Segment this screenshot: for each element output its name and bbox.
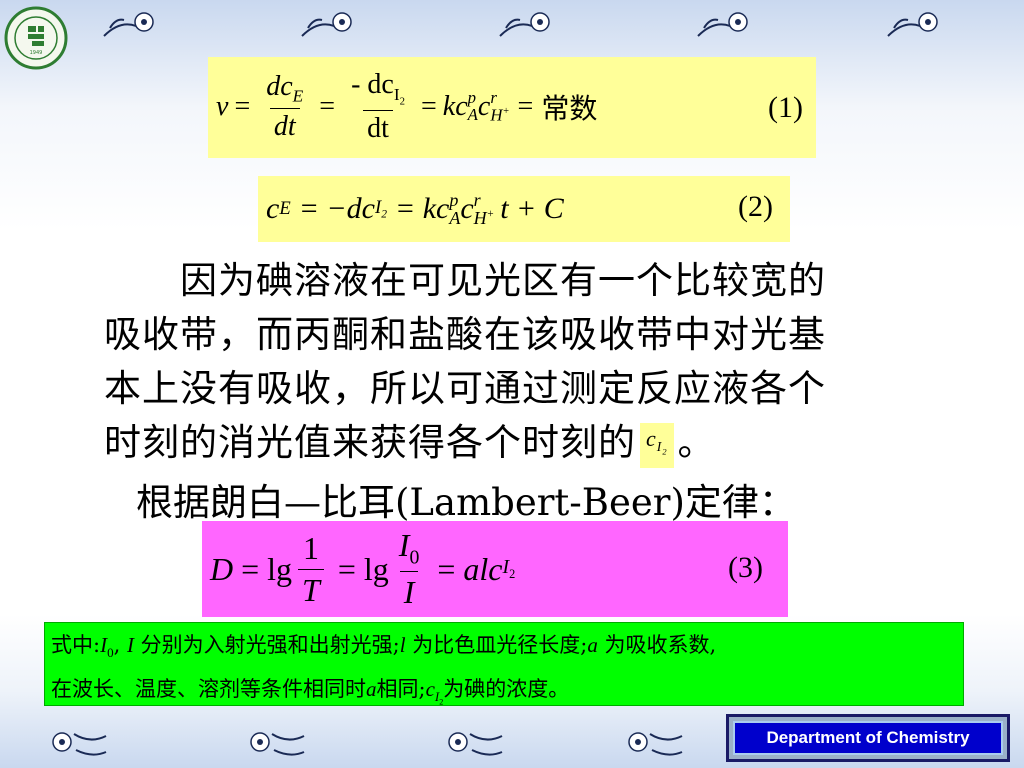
flower-decoration <box>250 732 305 756</box>
eq1-frac-2: - dcI2 dt <box>351 69 405 144</box>
equation-2: cE = −dc I2 = kc p A c r H+ t + C <box>266 190 564 228</box>
lambert-beer-heading: 根据朗白—比耳(Lambert-Beer)定律： <box>136 481 796 524</box>
body-paragraph: 因为碘溶液在可见光区有一个比较宽的 吸收带，而丙酮和盐酸在该吸收带中对光基 本上… <box>104 254 974 470</box>
flower-decoration <box>52 732 107 756</box>
equation-1: v = dcE dt = - dcI2 dt = kc p A c r H+ = 常数 <box>216 69 598 144</box>
equation-3: D = lg 1 T = lg I0 I = alc I2 <box>210 526 516 611</box>
flower-decoration <box>448 732 503 756</box>
flower-decoration <box>499 12 550 37</box>
eq2-number: (2) <box>738 190 773 223</box>
equation-1-box: v = dcE dt = - dcI2 dt = kc p A c r H+ = 常数 … <box>208 57 816 158</box>
eq1-number: (1) <box>768 91 803 124</box>
svg-text:1949: 1949 <box>30 50 43 56</box>
variables-note: 式中:I0, I 分别为入射光强和出射光强;l 为比色皿光径长度;a 为吸收系数… <box>44 622 964 707</box>
flower-decoration <box>697 12 748 37</box>
university-logo: 1949 <box>4 6 68 70</box>
eq1-constant: 常数 <box>541 92 598 125</box>
eq1-frac-1: dcE dt <box>266 70 304 143</box>
flower-decoration <box>628 732 683 756</box>
inline-c-I2: cI2 <box>640 422 674 469</box>
department-label: Department of Chemistry <box>733 721 1003 755</box>
flower-decoration <box>887 12 938 37</box>
flower-decoration <box>301 12 352 37</box>
equation-2-box: cE = −dc I2 = kc p A c r H+ t + C (2) <box>258 176 790 242</box>
eq1-v: v <box>216 91 229 122</box>
flower-decoration <box>103 12 154 37</box>
department-badge: Department of Chemistry <box>726 714 1010 762</box>
equation-3-box: D = lg 1 T = lg I0 I = alc I2 (3) <box>202 521 788 617</box>
eq3-number: (3) <box>728 551 763 584</box>
